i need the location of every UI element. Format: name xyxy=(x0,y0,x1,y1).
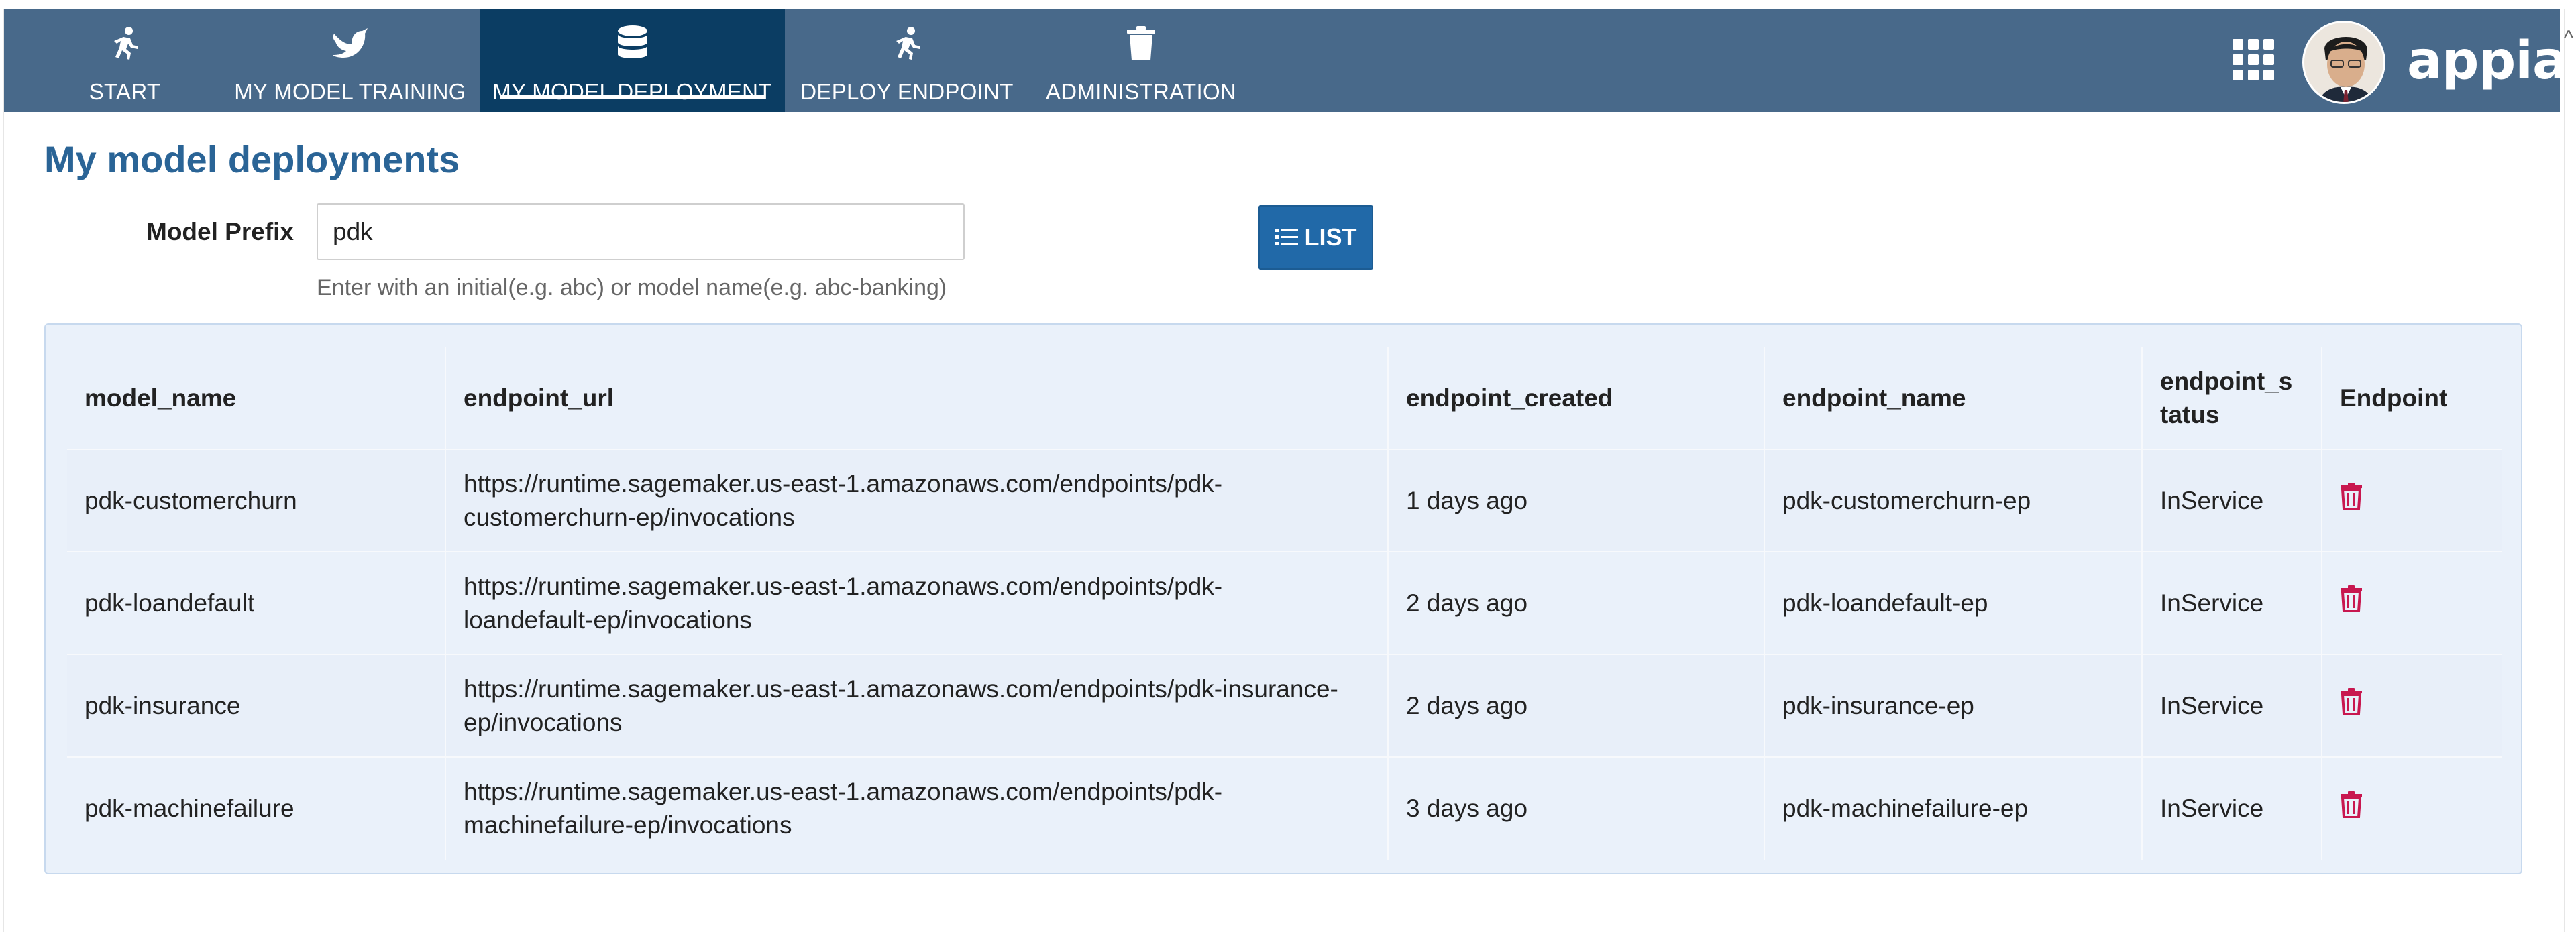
database-icon xyxy=(612,23,653,64)
apps-grid-icon[interactable] xyxy=(2233,39,2274,80)
tab-my-model-training[interactable]: MY MODEL TRAINING xyxy=(225,9,475,112)
delete-endpoint-icon[interactable] xyxy=(2340,483,2363,518)
cell-model-name: pdk-loandefault xyxy=(67,551,446,654)
model-prefix-label: Model Prefix xyxy=(146,218,294,245)
delete-endpoint-icon[interactable] xyxy=(2340,791,2363,827)
bird-icon xyxy=(329,23,371,64)
list-button-label: LIST xyxy=(1304,223,1357,251)
trash-icon xyxy=(1120,23,1162,64)
tab-my-model-deployment[interactable]: MY MODEL DEPLOYMENT xyxy=(480,9,785,112)
column-header-endpoint-created[interactable]: endpoint_created xyxy=(1388,347,1765,449)
cell-endpoint-created: 2 days ago xyxy=(1388,551,1765,654)
appian-logo: appian xyxy=(2407,31,2576,91)
column-header-endpoint: Endpoint xyxy=(2340,384,2448,412)
deployments-table: model_name endpoint_url endpoint_created… xyxy=(67,347,2502,860)
column-header-model-name[interactable]: model_name xyxy=(67,347,446,449)
page-title: My model deployments xyxy=(44,138,460,180)
user-avatar[interactable] xyxy=(2302,21,2385,104)
table-row: pdk-insurance https://runtime.sagemaker.… xyxy=(67,654,2502,757)
cell-endpoint-action xyxy=(2322,551,2502,654)
model-prefix-input[interactable] xyxy=(317,203,965,260)
delete-endpoint-icon[interactable] xyxy=(2340,585,2363,621)
list-button[interactable]: LIST xyxy=(1258,205,1373,270)
tab-start-label: START xyxy=(89,79,161,104)
cell-endpoint-status: InService xyxy=(2142,654,2322,757)
tab-administration[interactable]: ADMINISTRATION xyxy=(1030,9,1252,112)
table-row: pdk-customerchurn https://runtime.sagema… xyxy=(67,449,2502,552)
cell-endpoint-url: https://runtime.sagemaker.us-east-1.amaz… xyxy=(445,449,1389,552)
tab-deploy-endpoint-label: DEPLOY ENDPOINT xyxy=(800,79,1014,104)
cell-endpoint-action xyxy=(2322,449,2502,552)
tab-administration-label: ADMINISTRATION xyxy=(1045,79,1237,104)
table-row: pdk-machinefailure https://runtime.sagem… xyxy=(67,756,2502,860)
scrollbar[interactable] xyxy=(2564,9,2576,932)
column-header-endpoint-status[interactable]: endpoint_s tatus xyxy=(2142,347,2322,449)
column-header-endpoint-url[interactable]: endpoint_url xyxy=(445,347,1389,449)
window-left-edge xyxy=(0,9,4,932)
cell-model-name: pdk-insurance xyxy=(67,654,446,757)
window-top-edge xyxy=(0,0,2576,9)
tab-deploy-endpoint[interactable]: DEPLOY ENDPOINT xyxy=(794,9,1020,112)
cell-endpoint-status: InService xyxy=(2142,551,2322,654)
tab-start[interactable]: START xyxy=(44,9,205,112)
cell-endpoint-status: InService xyxy=(2142,449,2322,552)
table-row: pdk-loandefault https://runtime.sagemake… xyxy=(67,551,2502,654)
list-icon xyxy=(1275,227,1298,247)
runner-icon xyxy=(886,23,928,64)
active-tab-indicator xyxy=(500,95,765,99)
cell-endpoint-created: 1 days ago xyxy=(1388,449,1765,552)
deployments-grid: model_name endpoint_url endpoint_created… xyxy=(44,323,2522,874)
navigation-bar: START MY MODEL TRAINING MY MODEL DEPLOYM… xyxy=(4,9,2576,112)
tab-my-model-training-label: MY MODEL TRAINING xyxy=(234,79,466,104)
model-prefix-hint: Enter with an initial(e.g. abc) or model… xyxy=(317,275,947,300)
tab-my-model-deployment-label: MY MODEL DEPLOYMENT xyxy=(492,79,772,104)
cell-endpoint-created: 3 days ago xyxy=(1388,756,1765,860)
cell-model-name: pdk-customerchurn xyxy=(67,449,446,552)
column-header-endpoint-name[interactable]: endpoint_name xyxy=(1764,347,2143,449)
table-header-row: model_name endpoint_url endpoint_created… xyxy=(67,347,2502,449)
cell-endpoint-action xyxy=(2322,654,2502,757)
delete-endpoint-icon[interactable] xyxy=(2340,688,2363,723)
cell-endpoint-name: pdk-machinefailure-ep xyxy=(1764,756,2143,860)
cell-model-name: pdk-machinefailure xyxy=(67,756,446,860)
cell-endpoint-action xyxy=(2322,756,2502,860)
cell-endpoint-url: https://runtime.sagemaker.us-east-1.amaz… xyxy=(445,654,1389,757)
cell-endpoint-name: pdk-loandefault-ep xyxy=(1764,551,2143,654)
runner-icon xyxy=(104,23,146,64)
cell-endpoint-url: https://runtime.sagemaker.us-east-1.amaz… xyxy=(445,551,1389,654)
cell-endpoint-name: pdk-insurance-ep xyxy=(1764,654,2143,757)
scroll-up-icon[interactable]: ^ xyxy=(2564,27,2573,50)
browser-window: START MY MODEL TRAINING MY MODEL DEPLOYM… xyxy=(0,0,2576,932)
cell-endpoint-url: https://runtime.sagemaker.us-east-1.amaz… xyxy=(445,756,1389,860)
cell-endpoint-status: InService xyxy=(2142,756,2322,860)
cell-endpoint-name: pdk-customerchurn-ep xyxy=(1764,449,2143,552)
cell-endpoint-created: 2 days ago xyxy=(1388,654,1765,757)
